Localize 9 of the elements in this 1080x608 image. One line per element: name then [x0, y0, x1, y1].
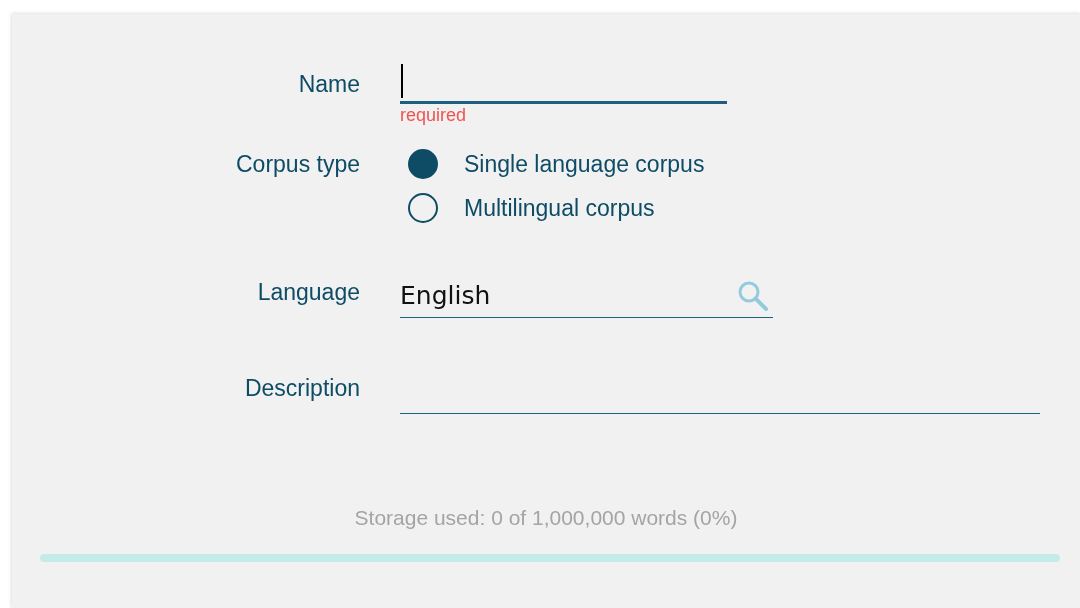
radio-option[interactable]: Multilingual corpus [408, 186, 655, 230]
field-label: Name [297, 70, 360, 99]
storage-text: Storage used: 0 of 1,000,000 words (0%) [353, 505, 739, 531]
language-input[interactable]: English [400, 274, 773, 318]
field-label: Language [256, 278, 360, 307]
error-message: required [400, 104, 468, 126]
field-label: Description [243, 374, 360, 403]
radio-option[interactable]: Single language corpus [408, 142, 705, 186]
field-label: Corpus type [235, 150, 360, 179]
